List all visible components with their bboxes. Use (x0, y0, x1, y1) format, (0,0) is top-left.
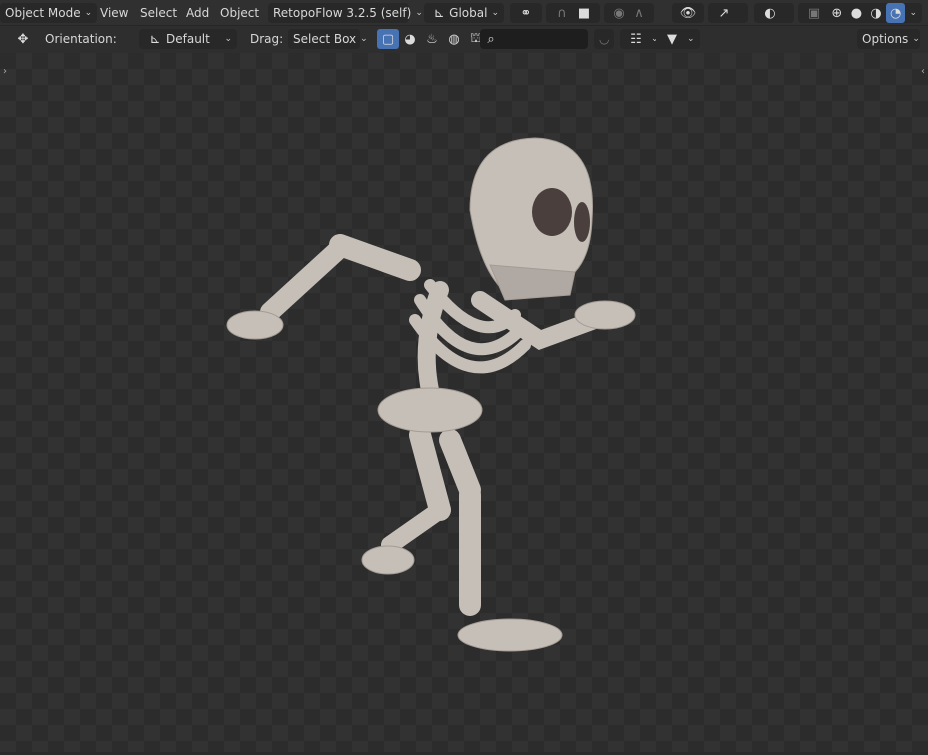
chevron-down-icon[interactable]: ⌄ (909, 8, 917, 18)
select-filter-group: ▢ ◕ ♨ ◍ ⛫ (377, 29, 487, 49)
eye-icon: 👁 (679, 5, 697, 21)
mode-dropdown[interactable]: Object Mode ⌄ (0, 3, 98, 23)
axes-icon: ⊾ (433, 5, 445, 21)
left-foot (361, 545, 415, 575)
drag-value: Select Box (293, 32, 357, 46)
menu-select[interactable]: Select (136, 3, 181, 23)
wireframe-shading-icon[interactable]: ⊕ (827, 3, 847, 23)
left-thigh (409, 424, 451, 521)
right-foot (457, 618, 563, 652)
eye-socket (532, 188, 572, 236)
curve-toggle[interactable]: ◡ (594, 29, 614, 49)
drag-label: Drag: (250, 32, 284, 46)
tool-settings-bar: ✥ Orientation: ⊾ Default ⌄ Drag: Select Bo… (0, 26, 928, 53)
drag-dropdown[interactable]: Select Box ⌄ (288, 29, 368, 49)
options-dropdown[interactable]: Options ⌄ (857, 29, 920, 49)
chevron-down-icon: ⌄ (687, 34, 695, 44)
mode-label: Object Mode (5, 6, 81, 20)
move-tool-icon: ✥ (17, 32, 29, 47)
curve-icon: ◡ (599, 32, 610, 46)
material-shading-icon[interactable]: ◑ (866, 3, 886, 23)
solid-shading-icon[interactable]: ● (847, 3, 867, 23)
3d-viewport[interactable]: › ‹ (0, 53, 928, 752)
chevron-down-icon: ⌄ (415, 8, 423, 18)
toolbar-expand-icon[interactable]: › (3, 66, 7, 77)
filter-icon: ▼ (667, 31, 677, 47)
chevron-down-icon: ⌄ (491, 8, 499, 18)
hierarchy-icon: ☷ (630, 31, 642, 47)
right-hand (574, 300, 636, 330)
search-input[interactable]: ⌕ (480, 29, 588, 49)
left-shin (381, 501, 449, 554)
mesh-filter-icon[interactable]: ◕ (399, 29, 421, 49)
left-hand (226, 310, 284, 340)
retopoflow-dropdown[interactable]: RetopoFlow 3.2.5 (self) ⌄ (268, 3, 423, 23)
orientation-value: Default (166, 32, 210, 46)
world-filter-icon[interactable]: ◍ (443, 29, 465, 49)
pivot-dropdown[interactable]: ⚭ (510, 3, 542, 23)
orientation-dropdown[interactable]: ⊾ Default ⌄ (139, 29, 237, 49)
snap-target-icon[interactable]: ■ (573, 3, 595, 23)
snap-magnet-icon[interactable]: ∩ (551, 3, 573, 23)
addon-label: RetopoFlow 3.2.5 (self) (273, 6, 412, 20)
overlays-group[interactable]: ◐ (754, 3, 794, 23)
pivot-icon: ⚭ (520, 5, 532, 21)
visibility-dropdown[interactable]: 👁 (672, 3, 704, 23)
overlays-icon[interactable]: ◐ (759, 3, 781, 23)
menu-view[interactable]: View (96, 3, 132, 23)
options-label: Options (862, 32, 909, 46)
left-forearm (260, 238, 350, 322)
filter-dropdown[interactable]: ▼ ⌄ (656, 29, 700, 49)
sidebar-expand-icon[interactable]: ‹ (921, 66, 925, 77)
left-upper-arm (329, 234, 421, 281)
proportional-edit-icon[interactable]: ◉ (609, 3, 629, 23)
chevron-down-icon: ⌄ (912, 34, 920, 44)
viewport-header: Object Mode ⌄ View Select Add Object Reto… (0, 0, 928, 26)
snap-group[interactable]: ∩ ■ (546, 3, 600, 23)
proportional-group[interactable]: ◉ ∧ (604, 3, 654, 23)
rendered-shading-icon[interactable]: ◔ (885, 3, 906, 23)
orientation-label: Global (449, 6, 488, 20)
select-box-icon[interactable]: ▢ (377, 29, 399, 49)
transform-orientation-dropdown[interactable]: ⊾ Global ⌄ (424, 3, 504, 23)
right-thigh (439, 429, 481, 501)
eye-socket (574, 202, 590, 242)
skeleton-model[interactable] (0, 53, 928, 752)
chevron-down-icon: ⌄ (360, 34, 368, 44)
gizmo-group[interactable]: ↗ (708, 3, 748, 23)
pelvis (377, 387, 483, 433)
falloff-icon[interactable]: ∧ (629, 3, 649, 23)
material-filter-icon[interactable]: ♨ (421, 29, 443, 49)
shading-group[interactable]: ⊕ ● ◑ ◔ ⌄ (822, 3, 922, 23)
chevron-down-icon: ⌄ (224, 34, 232, 44)
gizmo-icon[interactable]: ↗ (713, 3, 735, 23)
menu-object[interactable]: Object (216, 3, 263, 23)
orientation-label: Orientation: (45, 32, 117, 46)
menu-add[interactable]: Add (182, 3, 213, 23)
chevron-down-icon: ⌄ (84, 8, 93, 18)
axes-icon: ⊾ (149, 31, 161, 47)
search-icon: ⌕ (487, 31, 495, 47)
